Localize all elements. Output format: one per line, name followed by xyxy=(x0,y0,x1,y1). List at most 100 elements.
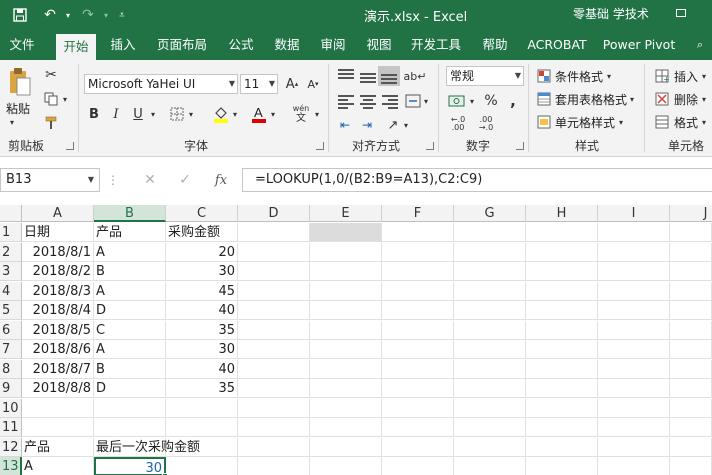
cell-g6[interactable] xyxy=(454,320,526,340)
cell-h1[interactable] xyxy=(526,223,598,242)
accounting-dropdown-icon[interactable]: ▾ xyxy=(468,92,476,110)
cell-g1[interactable] xyxy=(454,223,526,242)
cell-g2[interactable] xyxy=(454,242,526,262)
cell-a8[interactable]: 2018/8/7 xyxy=(22,359,94,379)
row-header-9[interactable]: 9 xyxy=(0,379,22,398)
align-center-icon[interactable] xyxy=(360,94,376,109)
cut-icon[interactable]: ✂ xyxy=(42,66,60,84)
delete-cells-button[interactable]: 删除 xyxy=(674,91,698,108)
cell-c7[interactable]: 30 xyxy=(166,340,238,359)
cell-styles-button[interactable]: 单元格样式 xyxy=(555,114,615,131)
cell-h3[interactable] xyxy=(526,262,598,281)
cell-c10[interactable] xyxy=(166,398,238,418)
cell-i13[interactable] xyxy=(598,457,670,475)
format-cells-dropdown-icon[interactable]: ▾ xyxy=(700,114,708,130)
bold-icon[interactable]: B xyxy=(86,104,102,124)
cell-h4[interactable] xyxy=(526,281,598,301)
cell-c2[interactable]: 20 xyxy=(166,242,238,262)
cell-c13[interactable] xyxy=(166,457,238,475)
cell-d8[interactable] xyxy=(238,359,310,379)
cell-i3[interactable] xyxy=(598,262,670,281)
cell-g9[interactable] xyxy=(454,379,526,398)
cell-d13[interactable] xyxy=(238,457,310,475)
format-as-table-dropdown-icon[interactable]: ▾ xyxy=(628,91,636,107)
column-header-a[interactable]: A xyxy=(22,205,94,222)
cell-g3[interactable] xyxy=(454,262,526,281)
formula-bar-splitter[interactable]: ⋮ xyxy=(107,170,119,190)
cell-f9[interactable] xyxy=(382,379,454,398)
cell-d7[interactable] xyxy=(238,340,310,359)
name-box[interactable]: B13 ▼ xyxy=(0,168,100,192)
save-icon[interactable] xyxy=(10,5,30,25)
tab-data[interactable]: 数据 xyxy=(268,30,306,60)
cell-h7[interactable] xyxy=(526,340,598,359)
shrink-font-icon[interactable]: A ▾ xyxy=(305,74,321,94)
italic-icon[interactable]: I xyxy=(108,104,124,124)
cell-g8[interactable] xyxy=(454,359,526,379)
row-header-12[interactable]: 12 xyxy=(0,437,22,457)
tab-power-pivot[interactable]: Power Pivot xyxy=(600,30,678,60)
cell-e12[interactable] xyxy=(310,437,382,457)
format-painter-icon[interactable] xyxy=(42,114,60,132)
row-header-2[interactable]: 2 xyxy=(0,242,22,262)
cell-b2[interactable]: A xyxy=(94,242,166,262)
cell-j6[interactable] xyxy=(670,320,712,340)
row-header-4[interactable]: 4 xyxy=(0,281,22,301)
cell-b12[interactable]: 最后一次采购金额 xyxy=(94,437,200,457)
cell-a11[interactable] xyxy=(22,418,94,437)
conditional-format-dropdown-icon[interactable]: ▾ xyxy=(605,68,613,84)
cell-e3[interactable] xyxy=(310,262,382,281)
cell-c12[interactable] xyxy=(166,437,238,457)
column-header-g[interactable]: G xyxy=(454,205,526,222)
cell-a13[interactable]: A xyxy=(22,457,94,475)
cell-e5[interactable] xyxy=(310,301,382,320)
cell-c8[interactable]: 40 xyxy=(166,359,238,379)
cell-e11[interactable] xyxy=(310,418,382,437)
orientation-icon[interactable]: ↗ xyxy=(384,116,402,134)
cell-c4[interactable]: 45 xyxy=(166,281,238,301)
tab-file[interactable]: 文件 xyxy=(0,30,44,60)
cell-i4[interactable] xyxy=(598,281,670,301)
cell-h2[interactable] xyxy=(526,242,598,262)
font-name-combo[interactable]: Microsoft YaHei UI ▼ xyxy=(84,74,238,94)
wrap-text-icon[interactable]: ab↵ xyxy=(404,66,427,86)
cell-f3[interactable] xyxy=(382,262,454,281)
cell-f10[interactable] xyxy=(382,398,454,418)
row-header-5[interactable]: 5 xyxy=(0,301,22,320)
cell-h9[interactable] xyxy=(526,379,598,398)
cell-c5[interactable]: 40 xyxy=(166,301,238,320)
cell-f6[interactable] xyxy=(382,320,454,340)
column-header-e[interactable]: E xyxy=(310,205,382,222)
row-header-8[interactable]: 8 xyxy=(0,359,22,379)
cell-a10[interactable] xyxy=(22,398,94,418)
column-header-i[interactable]: I xyxy=(598,205,670,222)
cell-d5[interactable] xyxy=(238,301,310,320)
copy-icon[interactable] xyxy=(42,90,60,108)
cell-h12[interactable] xyxy=(526,437,598,457)
alignment-launcher-icon[interactable] xyxy=(426,142,434,150)
cell-f11[interactable] xyxy=(382,418,454,437)
cell-i1[interactable] xyxy=(598,223,670,242)
cell-j8[interactable] xyxy=(670,359,712,379)
insert-cells-button[interactable]: 插入 xyxy=(674,68,698,85)
cell-a3[interactable]: 2018/8/2 xyxy=(22,262,94,281)
cell-b5[interactable]: D xyxy=(94,301,166,320)
customize-toolbar-icon[interactable]: ⩡ xyxy=(112,5,132,25)
cell-a4[interactable]: 2018/8/3 xyxy=(22,281,94,301)
cell-i11[interactable] xyxy=(598,418,670,437)
row-header-11[interactable]: 11 xyxy=(0,418,22,437)
font-launcher-icon[interactable] xyxy=(316,142,324,150)
number-format-combo[interactable]: 常规 ▼ xyxy=(446,66,524,86)
cell-j10[interactable] xyxy=(670,398,712,418)
cell-f2[interactable] xyxy=(382,242,454,262)
comma-style-icon[interactable]: , xyxy=(504,92,522,110)
borders-dropdown-icon[interactable]: ▾ xyxy=(186,104,196,124)
row-header-3[interactable]: 3 xyxy=(0,262,22,281)
clipboard-launcher-icon[interactable] xyxy=(66,142,74,150)
copy-dropdown-icon[interactable]: ▾ xyxy=(60,90,70,108)
cell-b8[interactable]: B xyxy=(94,359,166,379)
format-as-table-button[interactable]: 套用表格格式 xyxy=(555,91,627,108)
cell-g12[interactable] xyxy=(454,437,526,457)
cell-i10[interactable] xyxy=(598,398,670,418)
row-header-1[interactable]: 1 xyxy=(0,223,22,242)
